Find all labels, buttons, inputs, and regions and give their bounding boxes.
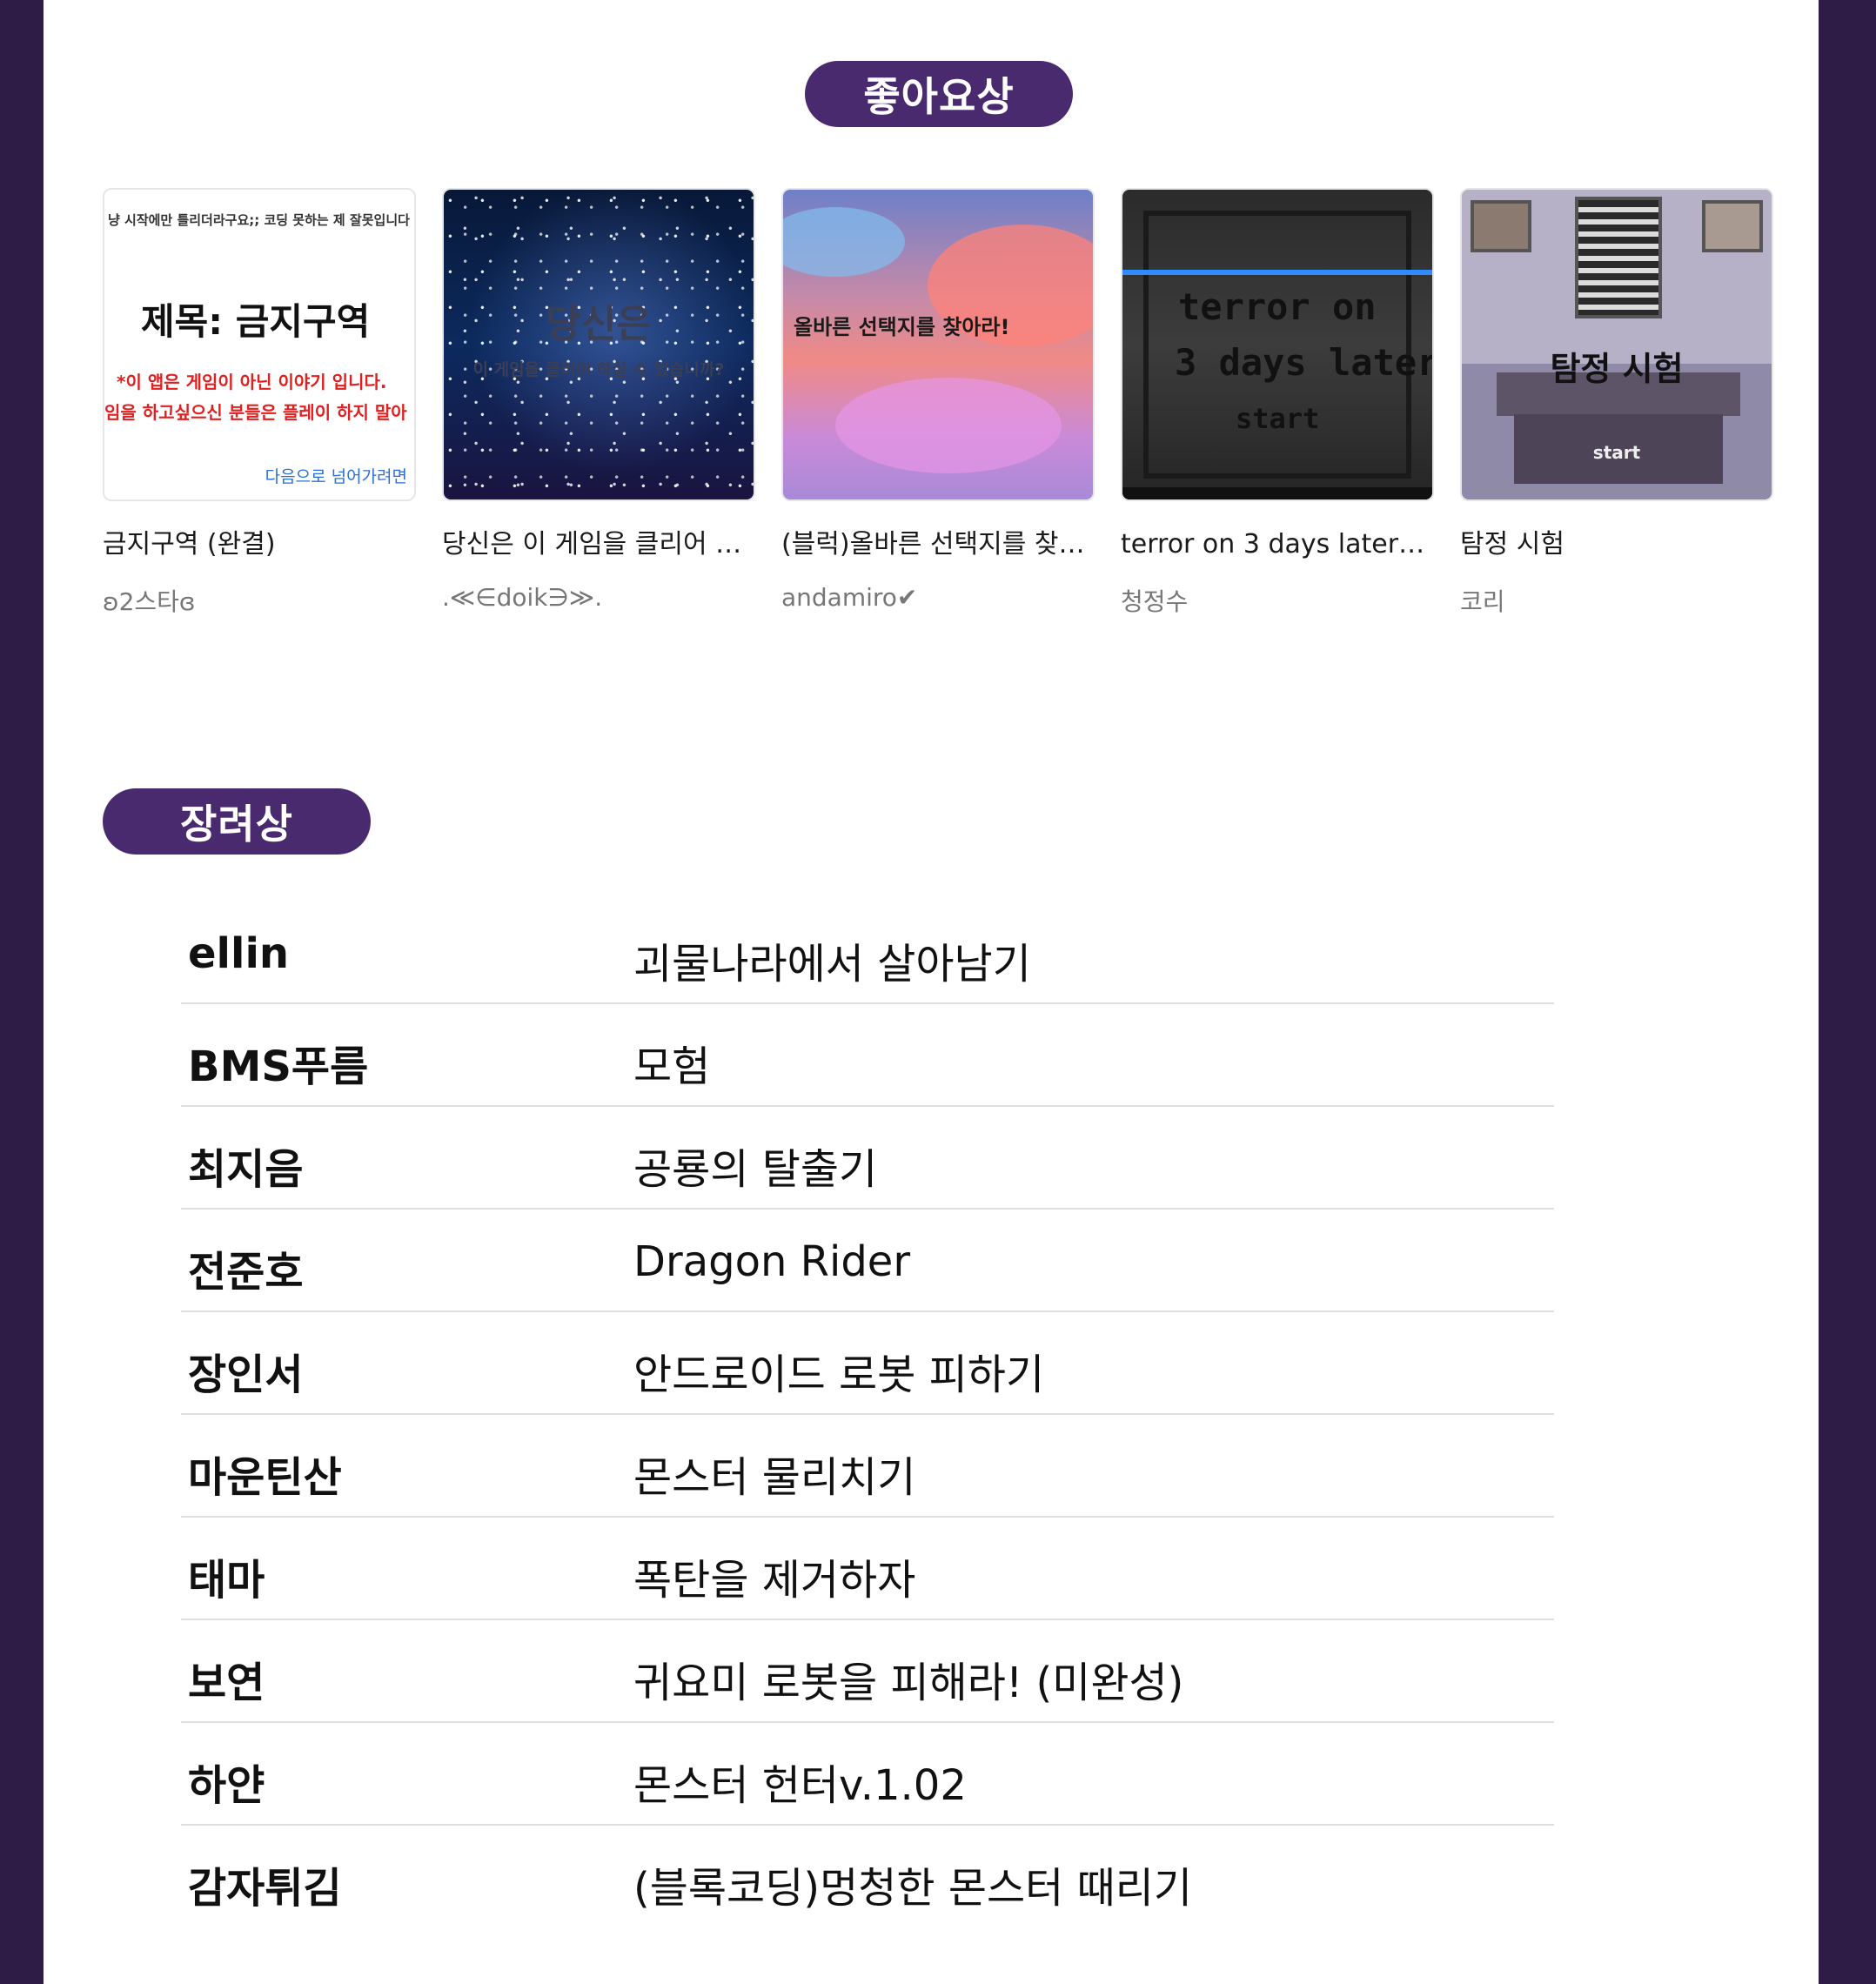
table-row: 보연 귀요미 로봇을 피해라! (미완성) — [181, 1620, 1554, 1723]
winner-name: 마운틴산 — [188, 1453, 342, 1502]
likes-card-5[interactable]: 탐정 시험 start 탐정 시험 코리 — [1460, 188, 1773, 618]
cloud-shape — [783, 207, 905, 277]
likes-award-badge: 좋아요상 — [805, 61, 1073, 127]
winner-name: 전준호 — [188, 1248, 304, 1297]
winner-name: 보연 — [188, 1659, 265, 1707]
winner-name: 하얀 — [188, 1761, 265, 1810]
likes-card-2[interactable]: 당신은 이 게임을 클리어 하실 수 있습니까? 당신은 이 게임을 클리어 하… — [442, 188, 755, 612]
thumb-start-text: start — [1236, 402, 1320, 435]
card-thumbnail[interactable]: 당신은 이 게임을 클리어 하실 수 있습니까? — [442, 188, 755, 501]
thumb-title-text: 당신은 — [546, 302, 652, 346]
card-title[interactable]: (블럭)올바른 선택지를 찾아라! — [781, 522, 1095, 560]
thumb-title-text: 제목: 금지구역 — [141, 300, 371, 343]
card-title[interactable]: terror on 3 days later(미완) — [1121, 522, 1434, 560]
winner-name: BMS푸름 — [188, 1042, 369, 1091]
wall-picture — [1702, 200, 1763, 252]
work-title: 귀요미 로봇을 피해라! (미완성) — [633, 1659, 1184, 1707]
card-thumbnail[interactable]: 올바른 선택지를 찾아라! — [781, 188, 1095, 501]
thumb-warning-text-2: 임을 하고싶으신 분들은 플레이 하지 말아 — [104, 402, 407, 423]
card-author[interactable]: 코리 — [1460, 583, 1773, 618]
table-row: 마운틴산 몬스터 물리치기 — [181, 1415, 1554, 1518]
card-thumbnail[interactable]: 냥 시작에만 틀리더라구요;; 코딩 못하는 제 잘못입니다 , 제목: 금지구… — [103, 188, 416, 501]
cloud-shape — [835, 378, 1062, 473]
table-row: 최지음 공룡의 탈출기 — [181, 1107, 1554, 1210]
thumb-title-text: 올바른 선택지를 찾아라! — [794, 315, 1010, 339]
winner-name: ellin — [188, 929, 290, 978]
table-row: ellin 괴물나라에서 살아남기 — [181, 902, 1554, 1004]
window-blinds — [1575, 197, 1662, 318]
work-title: (블록코딩)멍청한 몬스터 때리기 — [633, 1864, 1193, 1913]
card-title[interactable]: 탐정 시험 — [1460, 522, 1773, 560]
table-row: 전준호 Dragon Rider — [181, 1210, 1554, 1312]
card-author[interactable]: 청정수 — [1121, 583, 1434, 618]
work-title: 공룡의 탈출기 — [633, 1145, 878, 1194]
work-title: 몬스터 물리치기 — [633, 1453, 916, 1502]
work-title: 몬스터 헌터v.1.02 — [633, 1761, 967, 1810]
thumb-next-text: 다음으로 넘어가려면 — [265, 467, 407, 486]
thumb-start-text: start — [1592, 442, 1641, 463]
work-title: Dragon Rider — [633, 1237, 911, 1286]
table-row: 감자튀김 (블록코딩)멍청한 몬스터 때리기 — [181, 1826, 1554, 1928]
card-thumbnail[interactable]: terror on 3 days later start — [1121, 188, 1434, 501]
thumb-sub-text: 이 게임을 클리어 하실 수 있습니까? — [472, 360, 725, 379]
table-row: BMS푸름 모험 — [181, 1004, 1554, 1107]
thumb-title-line-1: terror on — [1178, 285, 1377, 328]
winner-name: 장인서 — [188, 1351, 304, 1399]
table-row: 태마 폭탄을 제거하자 — [181, 1518, 1554, 1620]
likes-card-3[interactable]: 올바른 선택지를 찾아라! (블럭)올바른 선택지를 찾아라! andamiro… — [781, 188, 1095, 612]
work-title: 안드로이드 로봇 피하기 — [633, 1351, 1045, 1399]
work-title: 괴물나라에서 살아남기 — [633, 940, 1031, 989]
winner-name: 최지음 — [188, 1145, 304, 1194]
card-thumbnail[interactable]: 탐정 시험 start — [1460, 188, 1773, 501]
table-row: 하얀 몬스터 헌터v.1.02 — [181, 1723, 1554, 1826]
card-author[interactable]: andamiro✔ — [781, 583, 1095, 612]
bottom-bar — [1122, 487, 1432, 499]
wall-picture — [1471, 200, 1531, 252]
card-author[interactable]: ʚ2스타ɞ — [103, 583, 416, 618]
thumb-title-line-2: 3 days later — [1175, 341, 1434, 384]
work-title: 모험 — [633, 1042, 711, 1091]
blue-light-bar — [1122, 270, 1432, 275]
thumb-title-text: 탐정 시험 — [1550, 350, 1684, 388]
likes-card-1[interactable]: 냥 시작에만 틀리더라구요;; 코딩 못하는 제 잘못입니다 , 제목: 금지구… — [103, 188, 416, 618]
winner-name: 태마 — [188, 1556, 265, 1605]
work-title: 폭탄을 제거하자 — [633, 1556, 916, 1605]
winner-name: 감자튀김 — [188, 1864, 342, 1913]
card-title[interactable]: 당신은 이 게임을 클리어 하실 수 있습니까? — [442, 522, 755, 560]
likes-card-4[interactable]: terror on 3 days later start terror on 3… — [1121, 188, 1434, 618]
card-author[interactable]: .≪∈doik∋≫. — [442, 583, 755, 612]
table-row: 장인서 안드로이드 로봇 피하기 — [181, 1312, 1554, 1415]
encourage-award-badge: 장려상 — [103, 788, 371, 855]
thumb-top-text: 냥 시작에만 틀리더라구요;; 코딩 못하는 제 잘못입니다 , — [108, 212, 416, 228]
card-title[interactable]: 금지구역 (완결) — [103, 522, 416, 560]
thumb-warning-text: *이 앱은 게임이 아닌 이야기 입니다. — [117, 372, 387, 392]
content-panel: 좋아요상 냥 시작에만 틀리더라구요;; 코딩 못하는 제 잘못입니다 , 제목… — [44, 0, 1819, 1984]
